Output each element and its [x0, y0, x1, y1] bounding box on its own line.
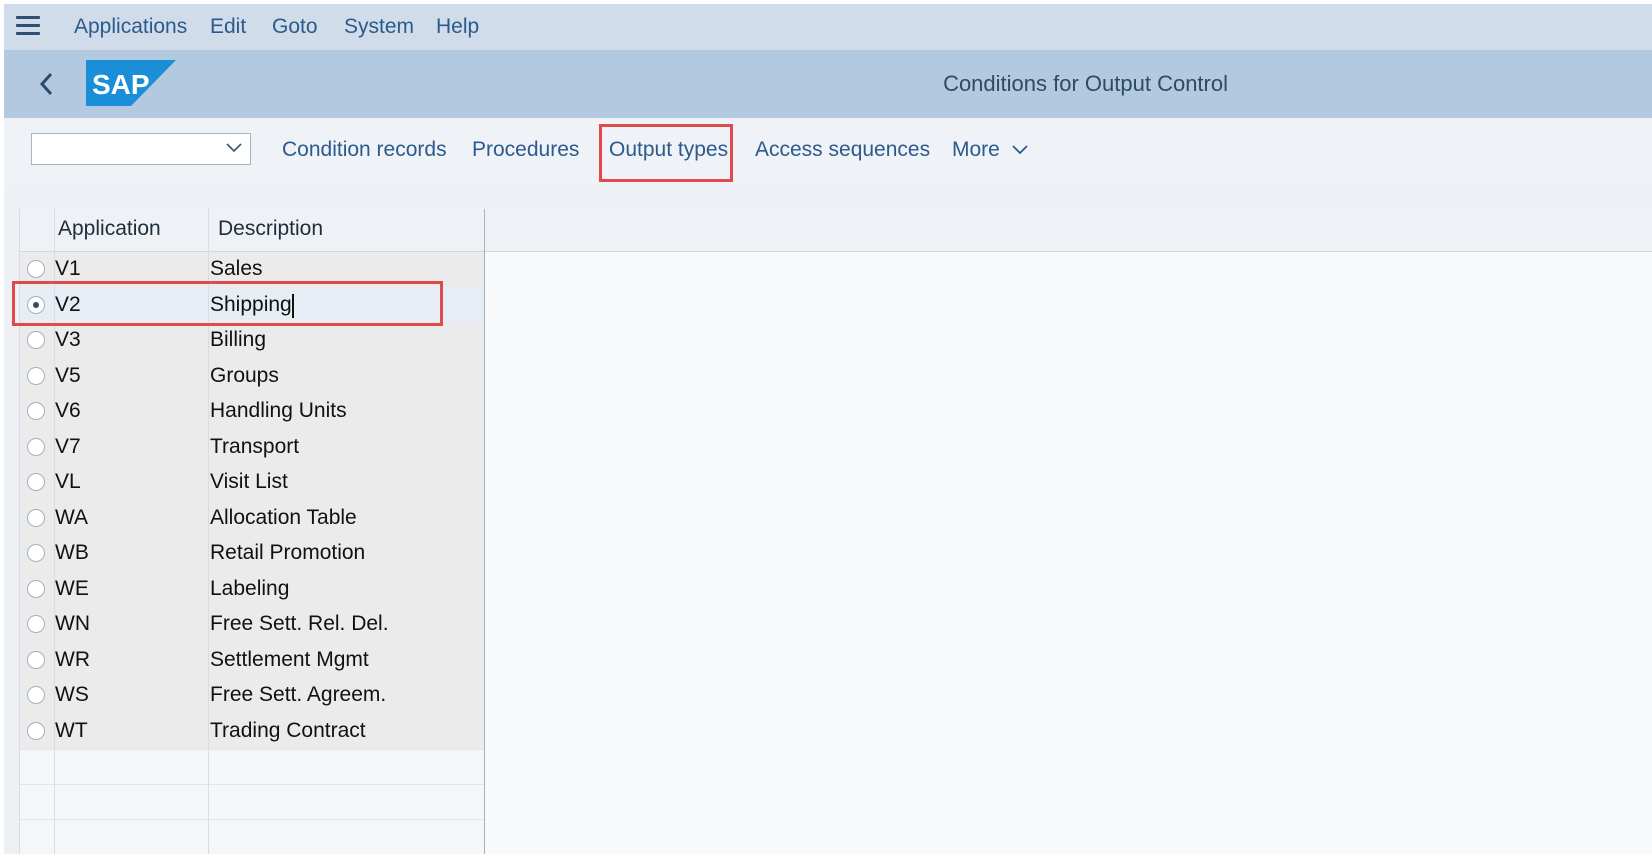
table-row[interactable]: V7 Transport — [20, 429, 486, 465]
table-row[interactable]: WN Free Sett. Rel. Del. — [20, 607, 486, 643]
menu-edit[interactable]: Edit — [210, 15, 246, 39]
table-row[interactable]: V6 Handling Units — [20, 394, 486, 430]
table-row[interactable]: VL Visit List — [20, 465, 486, 501]
cell-description: Trading Contract — [210, 718, 366, 742]
sap-logo: SAP — [86, 60, 176, 106]
procedures-button[interactable]: Procedures — [472, 138, 579, 162]
cell-application: WR — [55, 647, 90, 671]
cell-application: V2 — [55, 292, 81, 316]
table-row[interactable]: V3 Billing — [20, 323, 486, 359]
more-button[interactable]: More — [952, 138, 1028, 162]
content-area: Application Description V1 Sales V2 Shippin… — [4, 186, 1652, 854]
cell-description: Handling Units — [210, 399, 347, 422]
cell-description[interactable]: Shipping — [210, 293, 292, 317]
table-header: Application Description — [20, 209, 486, 252]
cell-application: V7 — [55, 434, 81, 458]
logo-text: SAP — [92, 69, 150, 100]
cell-application: WB — [55, 541, 89, 564]
menu-system[interactable]: System — [344, 15, 414, 39]
output-types-button[interactable]: Output types — [609, 138, 728, 162]
sap-window: Applications Edit Goto System Help SAP C… — [4, 4, 1652, 854]
chevron-down-icon — [226, 143, 242, 153]
menu-help[interactable]: Help — [436, 15, 479, 39]
cell-application: WN — [55, 612, 90, 635]
cell-application: WE — [55, 576, 89, 600]
table-row[interactable]: V5 Groups — [20, 358, 486, 394]
table-row[interactable]: V1 Sales — [20, 252, 486, 288]
cell-application: VL — [55, 470, 81, 493]
cell-description: Settlement Mgmt — [210, 647, 369, 671]
action-dropdown[interactable] — [31, 133, 251, 165]
hamburger-icon[interactable] — [16, 16, 42, 36]
table-row[interactable]: WS Free Sett. Agreem. — [20, 678, 486, 714]
table-row[interactable]: WE Labeling — [20, 571, 486, 607]
cell-application: WA — [55, 505, 89, 529]
cell-application: V5 — [55, 363, 81, 387]
table-row[interactable]: WR Settlement Mgmt — [20, 642, 486, 678]
table-row[interactable]: WA Allocation Table — [20, 500, 486, 536]
cell-application: WS — [55, 683, 89, 706]
chevron-left-icon[interactable] — [36, 70, 58, 98]
menu-goto[interactable]: Goto — [272, 15, 318, 39]
shell-bar: SAP Conditions for Output Control — [4, 50, 1652, 118]
cell-description: Sales — [210, 257, 263, 280]
cell-description: Billing — [210, 328, 267, 351]
text-cursor — [292, 293, 294, 318]
condition-records-button[interactable]: Condition records — [282, 138, 447, 162]
cell-description: Groups — [210, 363, 279, 387]
page-title: Conditions for Output Control — [943, 71, 1228, 96]
selection-column — [20, 209, 55, 854]
cell-description: Retail Promotion — [210, 541, 366, 564]
column-divider — [208, 209, 209, 854]
cell-description: Allocation Table — [210, 505, 357, 529]
empty-row — [20, 784, 486, 820]
detail-pane-header — [485, 209, 1652, 252]
cell-description: Free Sett. Agreem. — [210, 683, 387, 706]
access-sequences-button[interactable]: Access sequences — [755, 138, 930, 162]
cell-description: Labeling — [210, 576, 290, 600]
menu-applications[interactable]: Applications — [74, 15, 187, 39]
cell-application: WT — [55, 718, 88, 742]
toolbar: Condition records Procedures Output type… — [4, 118, 1652, 187]
cell-description: Free Sett. Rel. Del. — [210, 612, 389, 635]
empty-row — [20, 819, 486, 854]
cell-application: V6 — [55, 399, 81, 422]
table-row[interactable]: V2 Shipping — [20, 287, 486, 323]
detail-pane — [484, 209, 1652, 854]
menu-bar: Applications Edit Goto System Help — [4, 4, 1652, 50]
table-row[interactable]: WB Retail Promotion — [20, 536, 486, 572]
cell-description: Transport — [210, 434, 300, 458]
cell-application: V3 — [55, 328, 81, 351]
column-header-description[interactable]: Description — [218, 217, 323, 241]
cell-application: V1 — [55, 257, 81, 280]
cell-description: Visit List — [210, 470, 288, 493]
empty-row — [20, 749, 486, 785]
chevron-down-icon — [1012, 145, 1028, 155]
table-row[interactable]: WT Trading Contract — [20, 713, 486, 749]
column-header-application[interactable]: Application — [58, 217, 161, 241]
more-label: More — [952, 138, 1000, 161]
application-table: Application Description V1 Sales V2 Shippin… — [19, 209, 486, 854]
